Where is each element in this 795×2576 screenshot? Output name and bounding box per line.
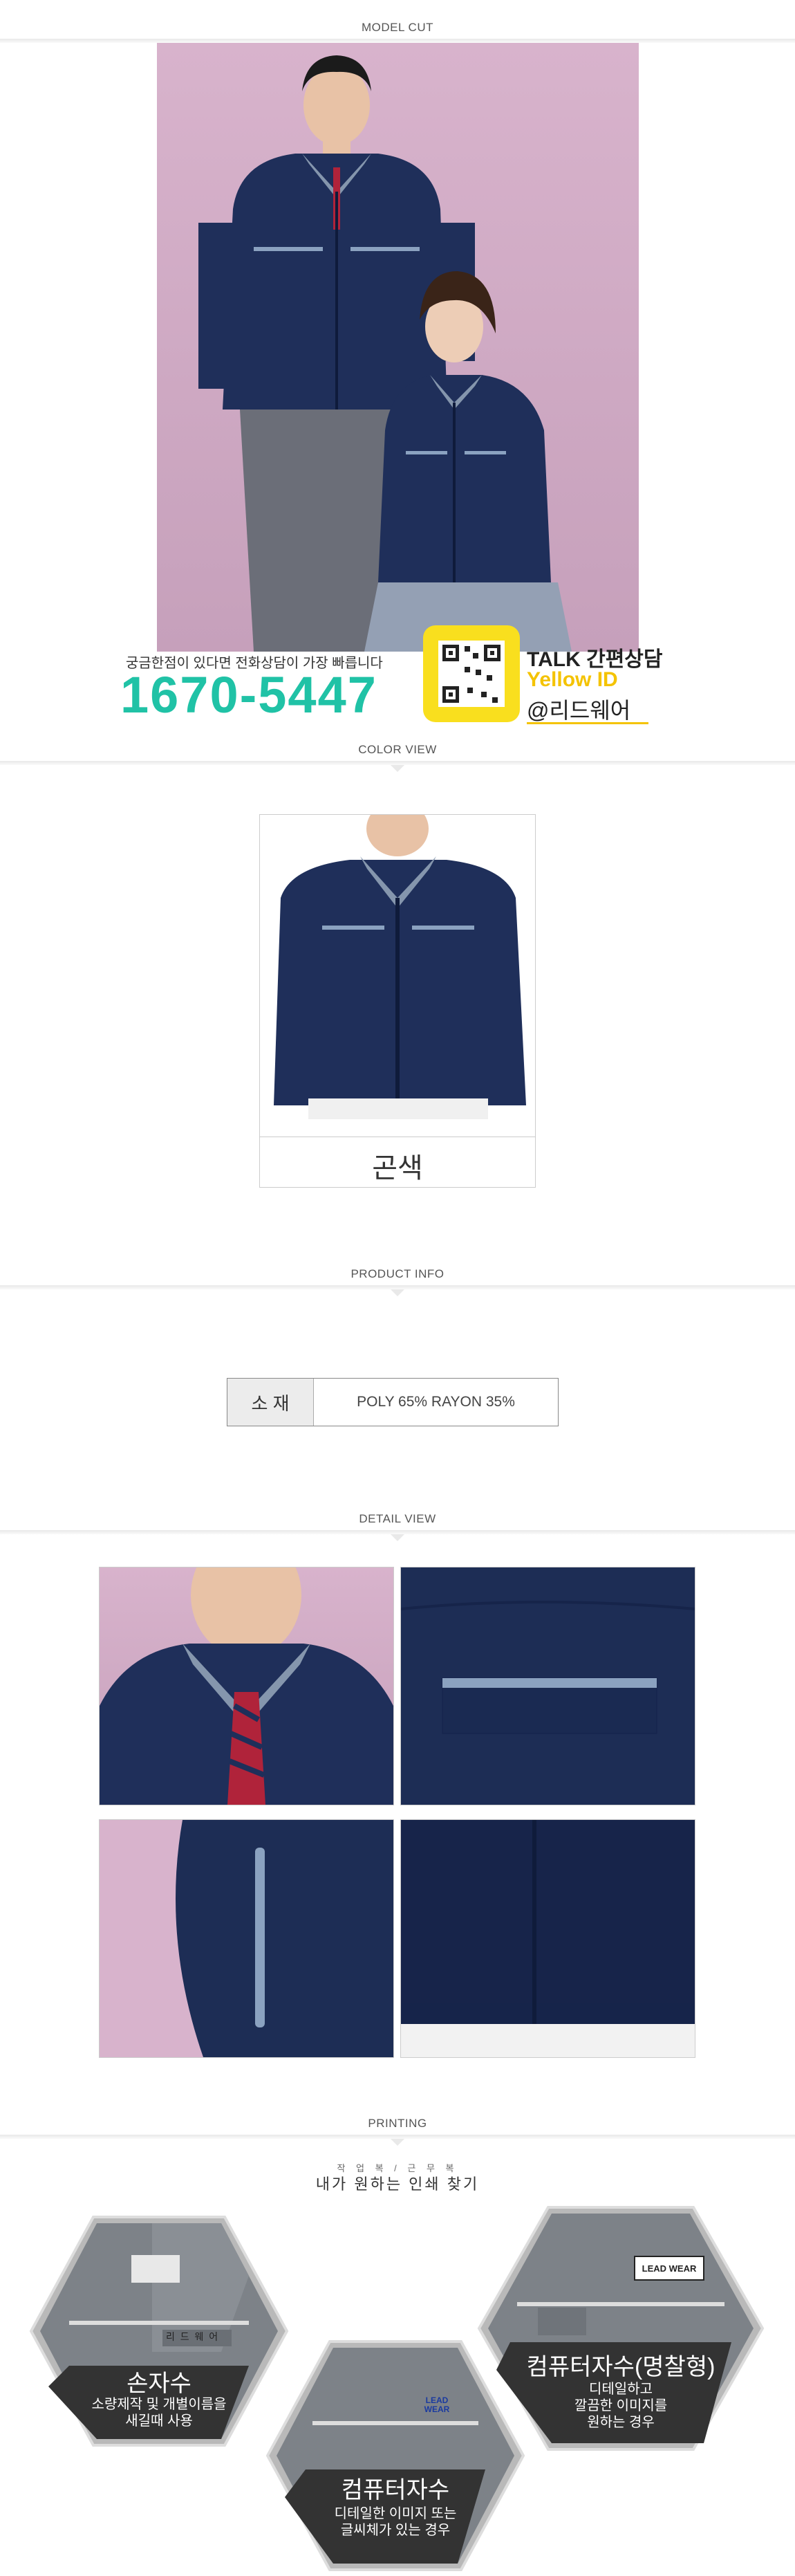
model-photo [157, 43, 639, 652]
collar-illustration [100, 1533, 393, 1805]
qr-code-icon [438, 641, 505, 707]
print-option-hand-embroidery[interactable]: 리 드 웨 어 손자수 소량제작 및 개별이름을 새길때 사용 [28, 2214, 290, 2449]
section-header-product-info: PRODUCT INFO [0, 1259, 795, 1296]
print-option-name-tag-embroidery[interactable]: LEAD WEAR 컴퓨터자수(명찰형) 디테일하고 깔끔한 이미지를 원하는 … [476, 2204, 766, 2453]
section-header-model-cut: MODEL CUT [0, 12, 795, 50]
section-header-detail-view: DETAIL VIEW [0, 1504, 795, 1541]
color-name: 곤색 [372, 1153, 423, 1184]
name-tag-badge: LEAD WEAR [642, 2263, 697, 2274]
option-desc-3: 원하는 경우 [587, 2415, 655, 2430]
detail-pocket-photo [400, 1567, 695, 1805]
color-swatch-card[interactable]: 곤색 [259, 814, 536, 1188]
side-pocket-illustration [100, 1820, 265, 2057]
section-title: DETAIL VIEW [359, 1512, 436, 1525]
section-header-color-view: COLOR VIEW [0, 735, 795, 772]
printing-title: 내가 원하는 인쇄 찾기 [315, 2175, 480, 2193]
pocket-illustration [400, 1601, 695, 1734]
product-detail-page: MODEL CUT 궁금한점이 있다면 전화상담이 가장 빠릅니다 1670-5… [0, 0, 795, 2576]
section-header-printing: PRINTING [0, 2108, 795, 2146]
material-table: 소 재 POLY 65% RAYON 35% [227, 1378, 559, 1426]
option-name: 컴퓨터자수 [341, 2477, 450, 2503]
jacket-illustration [274, 815, 526, 1119]
option-desc-1: 디테일하고 [589, 2382, 653, 2397]
section-title: COLOR VIEW [358, 743, 437, 756]
handle-underline [527, 722, 648, 724]
lead-wear-logo: LEAD WEAR [424, 2395, 450, 2414]
option-name: 컴퓨터자수(명찰형) [526, 2354, 716, 2380]
section-title: MODEL CUT [362, 21, 433, 34]
section-title: PRODUCT INFO [350, 1267, 445, 1280]
phone-number[interactable]: 1670-5447 [120, 665, 377, 724]
detail-side-pocket-photo [99, 1819, 394, 2058]
hem-illustration [401, 1820, 695, 2057]
embroidery-badge: 리 드 웨 어 [166, 2331, 220, 2342]
material-value: POLY 65% RAYON 35% [357, 1394, 515, 1410]
jacket-photo [260, 815, 535, 1137]
option-desc-1: 소량제작 및 개별이름을 [91, 2397, 227, 2412]
detail-collar-photo [99, 1533, 394, 1805]
material-label: 소 재 [227, 1379, 314, 1426]
section-title: PRINTING [368, 2117, 427, 2130]
kakao-handle[interactable]: @리드웨어 [527, 693, 630, 725]
option-desc-2: 글씨체가 있는 경우 [340, 2523, 451, 2538]
yellow-id-label: Yellow ID [527, 668, 618, 691]
detail-hem-photo [400, 1819, 695, 2058]
kakao-qr-badge[interactable] [423, 625, 520, 722]
option-desc-2: 새길때 사용 [125, 2413, 193, 2429]
option-desc-1: 디테일한 이미지 또는 [334, 2506, 457, 2521]
option-name: 손자수 [127, 2371, 191, 2397]
models-illustration [198, 55, 572, 652]
option-desc-2: 깔끔한 이미지를 [574, 2398, 668, 2413]
